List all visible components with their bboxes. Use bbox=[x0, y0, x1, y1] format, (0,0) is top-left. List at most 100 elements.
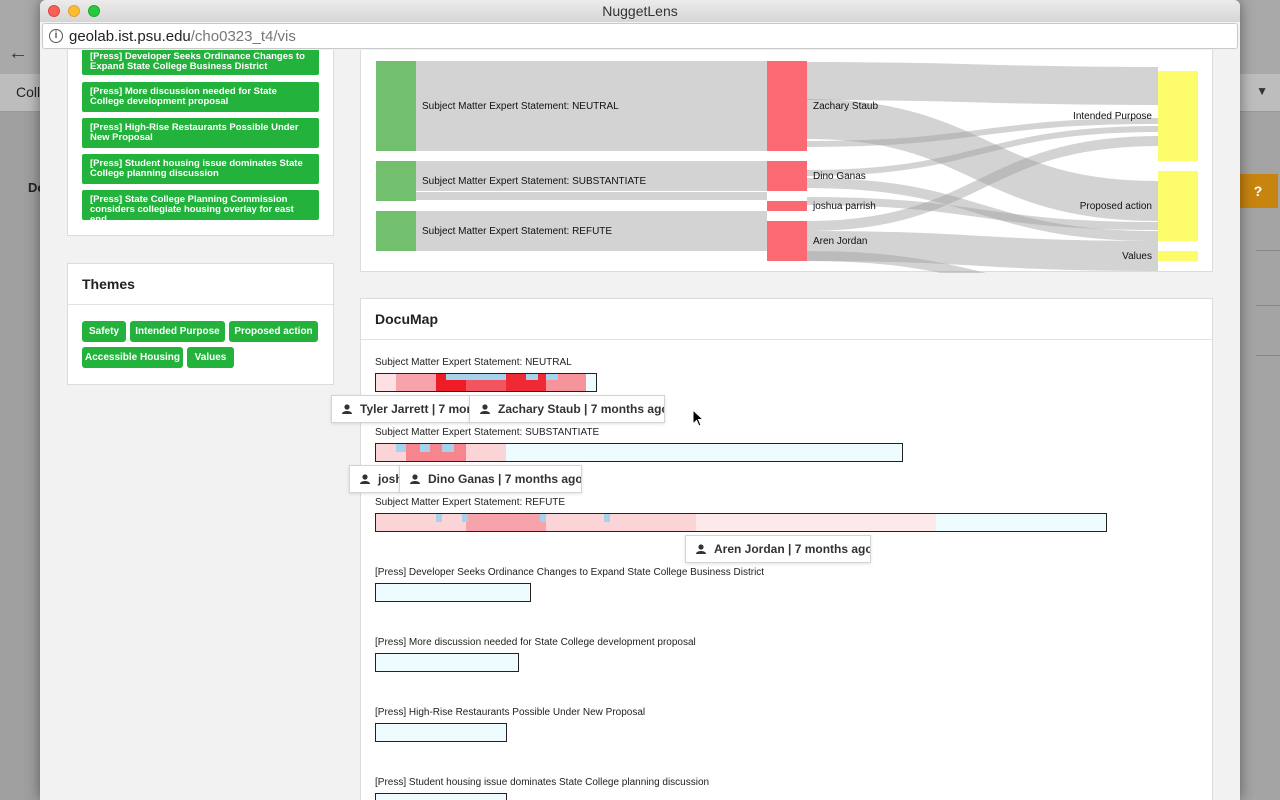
nugget-button[interactable]: [Press] Student housing issue dominates … bbox=[82, 154, 319, 184]
sankey-node-intended-purpose[interactable] bbox=[1158, 71, 1198, 161]
documap-row-label: [Press] Student housing issue dominates … bbox=[375, 777, 710, 788]
documap-segment[interactable] bbox=[376, 374, 396, 391]
tooltip-text: Tyler Jarrett | 7 months ago bbox=[360, 402, 470, 416]
documap-bar[interactable] bbox=[375, 513, 1107, 532]
sankey-node-values[interactable] bbox=[1158, 251, 1198, 261]
sankey-label: Aren Jordan bbox=[813, 236, 867, 247]
maximize-window-button[interactable] bbox=[88, 5, 100, 17]
sankey-label: Values bbox=[1122, 251, 1152, 262]
sankey-source-nodes bbox=[376, 61, 416, 251]
sankey-node-substantiate[interactable] bbox=[376, 161, 416, 201]
documap-segment[interactable] bbox=[406, 444, 466, 461]
info-icon[interactable]: i bbox=[49, 29, 63, 43]
nugget-button[interactable]: [Press] Developer Seeks Ordinance Change… bbox=[82, 50, 319, 75]
documap-bar[interactable] bbox=[375, 373, 597, 392]
theme-button-safety[interactable]: Safety bbox=[82, 321, 126, 342]
documap-title: DocuMap bbox=[375, 311, 438, 327]
sankey-label: joshua parrish bbox=[812, 201, 876, 212]
documap-bar[interactable] bbox=[375, 653, 519, 672]
nugget-button[interactable]: [Press] High-Rise Restaurants Possible U… bbox=[82, 118, 319, 148]
theme-button-proposed-action[interactable]: Proposed action bbox=[229, 321, 318, 342]
sankey-link[interactable] bbox=[806, 62, 1159, 105]
documap-segment[interactable] bbox=[540, 514, 546, 522]
documap-tooltip: Zachary Staub | 7 months ago bbox=[469, 395, 665, 423]
user-icon bbox=[480, 404, 490, 414]
sankey-node-refute[interactable] bbox=[376, 211, 416, 251]
documap-bar[interactable] bbox=[375, 443, 903, 462]
background-divider bbox=[1256, 355, 1280, 356]
documap-tooltip: Tyler Jarrett | 7 months ago bbox=[331, 395, 471, 423]
documap-segment[interactable] bbox=[604, 514, 610, 522]
documap-segment[interactable] bbox=[526, 374, 538, 380]
tooltip-text: Zachary Staub | 7 months ago bbox=[498, 402, 665, 416]
nuggetlens-window: NuggetLens i geolab.ist.psu.edu/cho0323_… bbox=[40, 0, 1240, 800]
sankey-person-nodes bbox=[767, 61, 807, 261]
documap-segment[interactable] bbox=[436, 514, 442, 522]
panel-divider bbox=[361, 339, 1212, 340]
sankey-node-joshua-parrish[interactable] bbox=[767, 201, 807, 211]
documap-segment[interactable] bbox=[546, 514, 696, 531]
nugget-button[interactable]: [Press] State College Planning Commissio… bbox=[82, 190, 319, 225]
sankey-diagram: Subject Matter Expert Statement: NEUTRAL… bbox=[376, 61, 1198, 273]
theme-button-intended-purpose[interactable]: Intended Purpose bbox=[130, 321, 225, 342]
caret-down-icon: ▼ bbox=[1256, 84, 1268, 98]
tooltip-text: Aren Jordan | 7 months ago bbox=[714, 542, 871, 556]
sankey-node-neutral[interactable] bbox=[376, 61, 416, 151]
documap-tooltip: Aren Jordan | 7 months ago bbox=[685, 535, 871, 563]
documap-segment[interactable] bbox=[442, 444, 454, 452]
documap-segment[interactable] bbox=[466, 444, 506, 461]
documap-segment[interactable] bbox=[446, 374, 506, 380]
url-text: geolab.ist.psu.edu/cho0323_t4/vis bbox=[69, 28, 296, 45]
close-window-button[interactable] bbox=[48, 5, 60, 17]
documap-segment[interactable] bbox=[462, 514, 468, 522]
sankey-label: Subject Matter Expert Statement: NEUTRAL bbox=[422, 101, 619, 112]
user-icon bbox=[360, 474, 370, 484]
window-titlebar: NuggetLens bbox=[40, 0, 1240, 22]
documap-row-label: Subject Matter Expert Statement: REFUTE bbox=[375, 497, 566, 508]
documap-row-label: [Press] More discussion needed for State… bbox=[375, 637, 696, 648]
theme-button-accessible-housing[interactable]: Accessible Housing bbox=[82, 347, 183, 368]
address-bar[interactable]: i geolab.ist.psu.edu/cho0323_t4/vis bbox=[42, 23, 1238, 49]
background-right-panel bbox=[1240, 112, 1280, 800]
documap-segment[interactable] bbox=[376, 514, 466, 531]
minimize-window-button[interactable] bbox=[68, 5, 80, 17]
sankey-label: Subject Matter Expert Statement: SUBSTAN… bbox=[422, 176, 646, 187]
nugget-button[interactable]: [Press] More discussion needed for State… bbox=[82, 82, 319, 112]
tooltip-text: joshua parrish | 7 months ago bbox=[378, 472, 400, 486]
window-title: NuggetLens bbox=[602, 3, 678, 19]
documap-bar[interactable] bbox=[375, 583, 531, 602]
background-sidebar bbox=[0, 112, 40, 800]
documap-tooltip: Dino Ganas | 7 months ago bbox=[399, 465, 582, 493]
background-divider bbox=[1256, 250, 1280, 251]
documap-segment[interactable] bbox=[396, 374, 436, 391]
sankey-node-aren-jordan[interactable] bbox=[767, 221, 807, 261]
themes-panel: Themes Safety Intended Purpose Proposed … bbox=[67, 263, 334, 385]
documap-segment[interactable] bbox=[466, 514, 546, 531]
tooltip-text: Dino Ganas | 7 months ago bbox=[428, 472, 582, 486]
sankey-label: Subject Matter Expert Statement: REFUTE bbox=[422, 226, 612, 237]
background-nav-text: Coll bbox=[16, 84, 41, 100]
sankey-node-proposed-action[interactable] bbox=[1158, 171, 1198, 241]
mouse-cursor-icon bbox=[692, 409, 704, 427]
documap-row-label: Subject Matter Expert Statement: NEUTRAL bbox=[375, 357, 572, 368]
sankey-node-zachary-staub[interactable] bbox=[767, 61, 807, 151]
documap-bar[interactable] bbox=[375, 793, 507, 800]
documap-segment[interactable] bbox=[696, 514, 936, 531]
url-path: /cho0323_t4/vis bbox=[190, 28, 296, 45]
documap-segment[interactable] bbox=[546, 374, 558, 380]
page-content: [Press] Developer Seeks Ordinance Change… bbox=[40, 50, 1240, 800]
sankey-label: Dino Ganas bbox=[813, 171, 866, 182]
documap-tooltip: joshua parrish | 7 months ago bbox=[349, 465, 401, 493]
sankey-label: Proposed action bbox=[1080, 201, 1152, 212]
documap-row-label: [Press] Developer Seeks Ordinance Change… bbox=[375, 567, 765, 578]
theme-button-values[interactable]: Values bbox=[187, 347, 234, 368]
documap-row-label: Subject Matter Expert Statement: SUBSTAN… bbox=[375, 427, 600, 438]
documap-segment[interactable] bbox=[420, 444, 430, 452]
sankey-node-dino-ganas[interactable] bbox=[767, 161, 807, 191]
user-icon bbox=[410, 474, 420, 484]
documap-segment[interactable] bbox=[396, 444, 406, 452]
user-icon bbox=[696, 544, 706, 554]
url-host: geolab.ist.psu.edu bbox=[69, 28, 191, 45]
documap-bar[interactable] bbox=[375, 723, 507, 742]
sankey-theme-nodes bbox=[1158, 71, 1198, 261]
